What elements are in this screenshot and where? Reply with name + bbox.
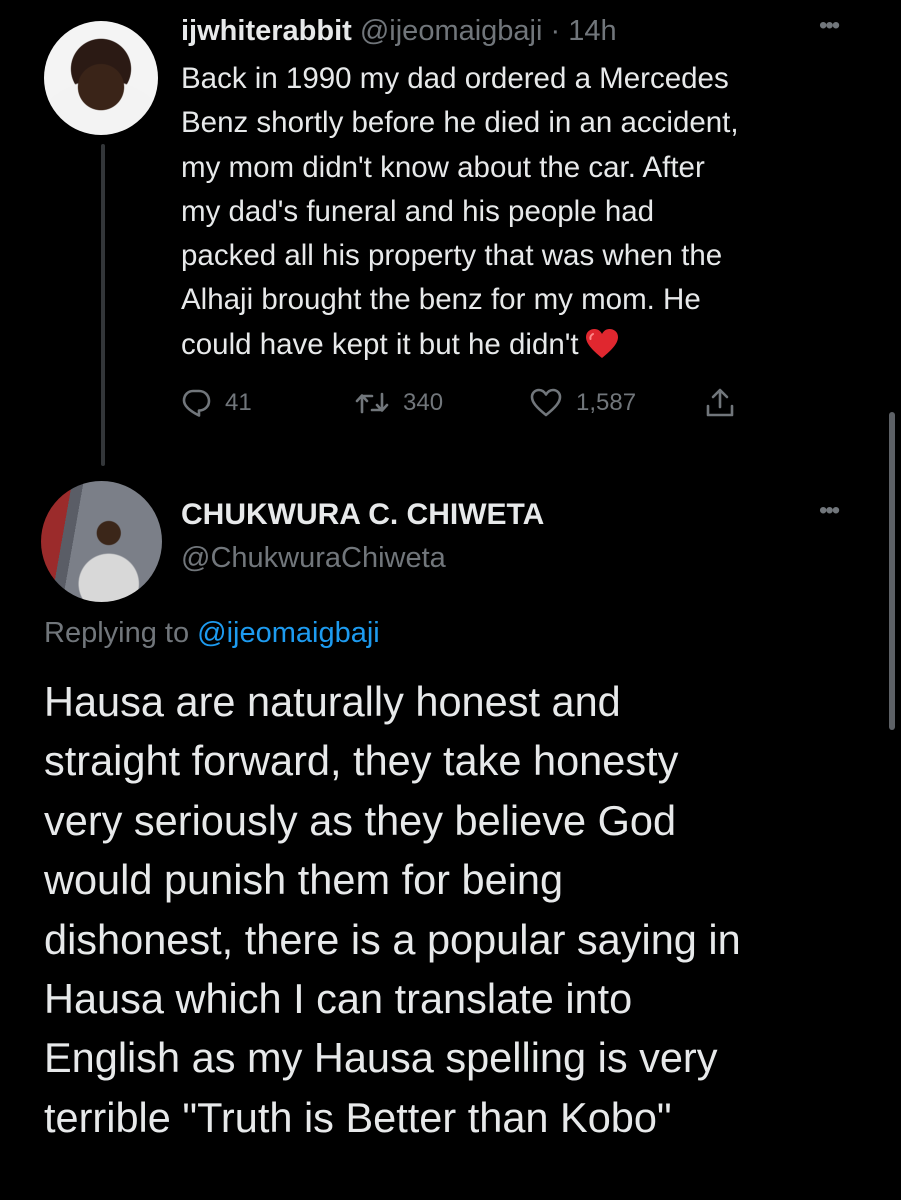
tweet1-text: Back in 1990 my dad ordered a Mercedes B… xyxy=(181,57,851,373)
reply-count: 41 xyxy=(225,389,252,416)
like-button[interactable]: 1,587 xyxy=(530,385,636,421)
tweet2-line: dishonest, there is a popular saying in xyxy=(44,915,741,963)
share-icon xyxy=(704,387,736,419)
tweet1-line: Benz shortly before he died in an accide… xyxy=(181,106,739,140)
tweet2-line: Hausa which I can translate into xyxy=(44,975,633,1023)
tweet1-separator: · xyxy=(550,15,561,47)
thread-line xyxy=(101,144,105,466)
replying-to: Replying to @ijeomaigbaji xyxy=(44,617,380,650)
tweet2-author-handle[interactable]: @ChukwuraChiweta xyxy=(181,542,446,575)
share-button[interactable] xyxy=(704,385,736,421)
tweet2-line: straight forward, they take honesty xyxy=(44,737,679,785)
tweet1-header: ijwhiterabbit @ijeomaigbaji · 14h xyxy=(181,15,617,51)
heart-emoji-icon xyxy=(585,328,619,373)
avatar-ijwhiterabbit[interactable] xyxy=(44,21,158,135)
tweet1-line: Alhaji brought the benz for my mom. He xyxy=(181,283,701,317)
tweet2-line: English as my Hausa spelling is very xyxy=(44,1034,718,1082)
tweet1-line: could have kept it but he didn't xyxy=(181,327,579,361)
retweet-button[interactable]: 340 xyxy=(355,385,443,421)
replying-to-prefix: Replying to xyxy=(44,617,190,649)
retweet-icon xyxy=(355,388,389,418)
tweet1-line: Back in 1990 my dad ordered a Mercedes xyxy=(181,62,729,95)
tweet1-line: my mom didn't know about the car. After xyxy=(181,150,705,184)
tweet1-timestamp[interactable]: 14h xyxy=(568,15,616,47)
tweet1-line: packed all his property that was when th… xyxy=(181,239,723,273)
tweet2-line: Hausa are naturally honest and xyxy=(44,678,621,725)
more-options-icon[interactable]: ••• xyxy=(819,497,840,525)
tweet2-author-name[interactable]: CHUKWURA C. CHIWETA xyxy=(181,498,544,532)
reply-button[interactable]: 41 xyxy=(181,385,252,421)
tweet1-line: my dad's funeral and his people had xyxy=(181,194,655,228)
tweet1-author-handle[interactable]: @ijeomaigbaji xyxy=(360,15,543,47)
tweet1-author-name[interactable]: ijwhiterabbit xyxy=(181,15,352,47)
tweet1-line-last: could have kept it but he didn't xyxy=(181,323,851,373)
tweet2-text: Hausa are naturally honest and straight … xyxy=(44,672,864,1147)
tweet2-line: terrible "Truth is Better than Kobo" xyxy=(44,1093,672,1141)
scrollbar[interactable] xyxy=(889,412,895,730)
reply-icon xyxy=(181,388,211,418)
like-count: 1,587 xyxy=(576,389,637,416)
tweet2-line: would punish them for being xyxy=(44,856,564,904)
more-options-icon[interactable]: ••• xyxy=(819,12,840,40)
replying-to-link[interactable]: @ijeomaigbaji xyxy=(197,617,380,649)
tweet2-line: very seriously as they believe God xyxy=(44,796,677,844)
retweet-count: 340 xyxy=(403,389,444,416)
avatar-chukwurachiweta[interactable] xyxy=(41,481,162,602)
like-icon xyxy=(530,388,562,418)
